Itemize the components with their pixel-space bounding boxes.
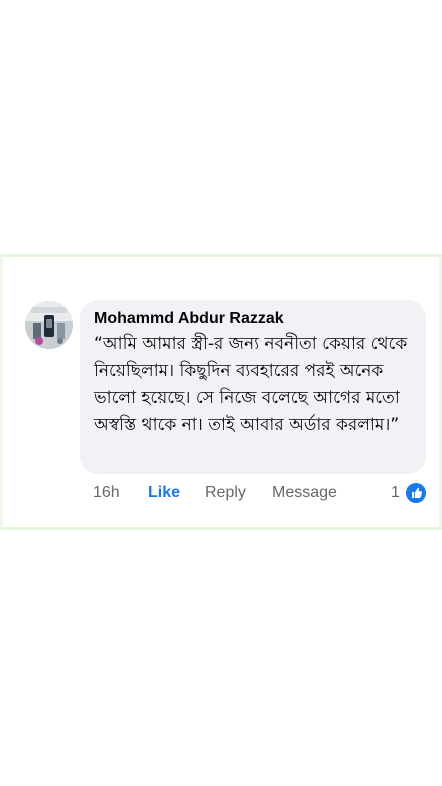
message-button[interactable]: Message bbox=[272, 482, 337, 504]
reaction-count[interactable]: 1 bbox=[391, 482, 400, 504]
comment-actions: 16h Like Reply Message 1 bbox=[93, 482, 433, 504]
profile-photo-icon bbox=[25, 301, 73, 349]
comment-author[interactable]: Mohammd Abdur Razzak bbox=[94, 309, 414, 329]
comment-bubble: Mohammd Abdur Razzak “আমি আমার স্ত্রী-র … bbox=[80, 300, 426, 474]
like-button[interactable]: Like bbox=[148, 482, 180, 504]
page: Mohammd Abdur Razzak “আমি আমার স্ত্রী-র … bbox=[0, 0, 442, 786]
avatar[interactable] bbox=[25, 301, 73, 349]
comment-text: “আমি আমার স্ত্রী-র জন্য নবনীতা কেয়ার থে… bbox=[94, 334, 408, 435]
reply-button[interactable]: Reply bbox=[205, 482, 246, 504]
comment-card: Mohammd Abdur Razzak “আমি আমার স্ত্রী-র … bbox=[0, 254, 442, 530]
like-icon[interactable] bbox=[406, 483, 426, 503]
comment-timestamp[interactable]: 16h bbox=[93, 482, 120, 504]
